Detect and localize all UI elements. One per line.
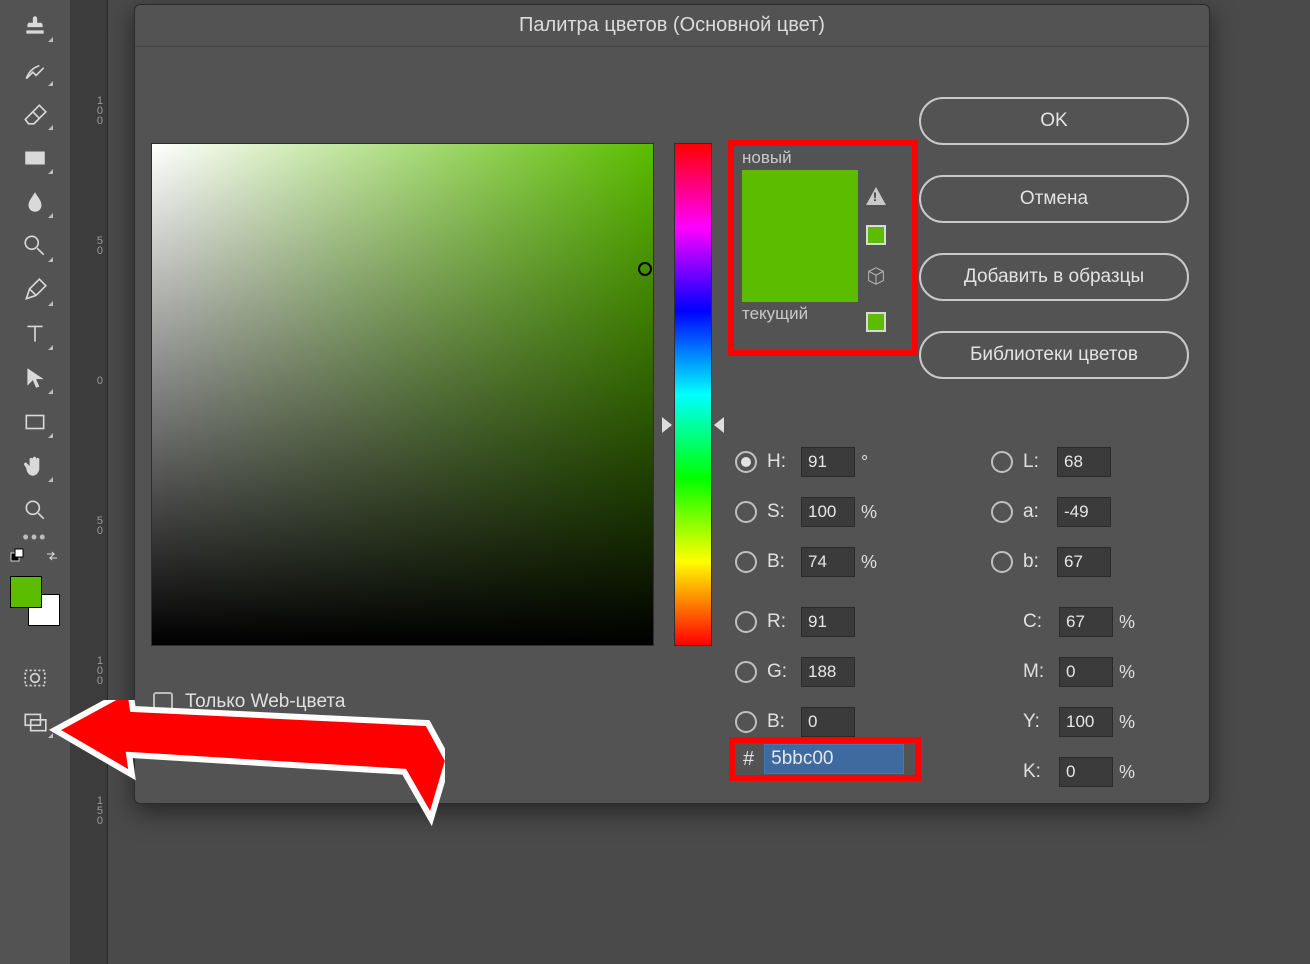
a-label: a:	[1023, 501, 1051, 523]
s-input[interactable]	[801, 497, 855, 527]
b-rgb-input[interactable]	[801, 707, 855, 737]
s-label: S:	[767, 501, 795, 523]
m-label: M:	[1023, 661, 1053, 683]
lab-cmyk-column: L: a: b: C:% M:% Y:% K:%	[991, 437, 1139, 797]
dodge-tool-icon[interactable]	[11, 226, 59, 266]
swap-colors-icon[interactable]	[44, 548, 60, 569]
color-libraries-button[interactable]: Библиотеки цветов	[919, 331, 1189, 379]
new-current-highlight: новый текущий	[728, 140, 918, 356]
foreground-background-swatch[interactable]	[10, 576, 60, 626]
history-brush-tool-icon[interactable]	[11, 50, 59, 90]
blur-tool-icon[interactable]	[11, 182, 59, 222]
a-input[interactable]	[1057, 497, 1111, 527]
r-input[interactable]	[801, 607, 855, 637]
hue-handle-right-icon[interactable]	[714, 417, 724, 433]
y-input[interactable]	[1059, 707, 1113, 737]
tool-panel: •••	[0, 0, 70, 964]
saturation-brightness-field[interactable]	[151, 143, 654, 646]
vertical-ruler: 10050050100150	[70, 0, 108, 964]
cancel-button[interactable]: Отмена	[919, 175, 1189, 223]
default-colors-icon[interactable]	[10, 548, 26, 569]
m-input[interactable]	[1059, 657, 1113, 687]
h-radio[interactable]	[735, 451, 757, 473]
k-label: K:	[1023, 761, 1053, 783]
b-lab-radio[interactable]	[991, 551, 1013, 573]
rectangle-tool-icon[interactable]	[11, 402, 59, 442]
h-input[interactable]	[801, 447, 855, 477]
pen-tool-icon[interactable]	[11, 270, 59, 310]
b-rgb-label: B:	[767, 711, 795, 733]
sv-cursor-icon	[638, 262, 652, 276]
b-hsb-label: B:	[767, 551, 795, 573]
m-unit: %	[1119, 662, 1139, 683]
hex-hash-label: #	[743, 748, 754, 771]
stamp-tool-icon[interactable]	[11, 6, 59, 46]
c-label: C:	[1023, 611, 1053, 633]
gamut-warning-icon[interactable]	[866, 187, 886, 205]
b-lab-input[interactable]	[1057, 547, 1111, 577]
c-unit: %	[1119, 612, 1139, 633]
y-unit: %	[1119, 712, 1139, 733]
ok-button[interactable]: OK	[919, 97, 1189, 145]
type-tool-icon[interactable]	[11, 314, 59, 354]
quickmask-tool-icon[interactable]	[11, 658, 59, 698]
web-only-label: Только Web-цвета	[185, 691, 345, 713]
new-color-swatch[interactable]	[742, 170, 858, 302]
h-label: H:	[767, 451, 795, 473]
gradient-tool-icon[interactable]	[11, 138, 59, 178]
tool-separator-icon: •••	[15, 534, 55, 540]
s-unit: %	[861, 502, 881, 523]
eraser-tool-icon[interactable]	[11, 94, 59, 134]
k-unit: %	[1119, 762, 1139, 783]
y-label: Y:	[1023, 711, 1053, 733]
g-label: G:	[767, 661, 795, 683]
foreground-color-swatch[interactable]	[10, 576, 42, 608]
swatch-side-icons	[865, 187, 887, 332]
new-color-label: новый	[742, 148, 904, 168]
b-rgb-radio[interactable]	[735, 711, 757, 733]
hex-highlight: #	[729, 737, 921, 781]
r-radio[interactable]	[735, 611, 757, 633]
l-radio[interactable]	[991, 451, 1013, 473]
hex-input[interactable]	[764, 744, 904, 774]
l-label: L:	[1023, 451, 1051, 473]
c-input[interactable]	[1059, 607, 1113, 637]
web-only-checkbox[interactable]	[153, 692, 173, 712]
websafe-warning-icon[interactable]	[865, 265, 887, 292]
k-input[interactable]	[1059, 757, 1113, 787]
b-hsb-input[interactable]	[801, 547, 855, 577]
g-input[interactable]	[801, 657, 855, 687]
g-radio[interactable]	[735, 661, 757, 683]
hue-handle-left-icon[interactable]	[662, 417, 672, 433]
websafe-swatch-icon[interactable]	[866, 312, 886, 332]
dialog-title: Палитра цветов (Основной цвет)	[135, 5, 1209, 47]
b-lab-label: b:	[1023, 551, 1051, 573]
screenmode-tool-icon[interactable]	[11, 702, 59, 742]
hand-tool-icon[interactable]	[11, 446, 59, 486]
zoom-tool-icon[interactable]	[11, 490, 59, 530]
h-unit: °	[861, 452, 881, 473]
s-radio[interactable]	[735, 501, 757, 523]
b-hsb-unit: %	[861, 552, 881, 573]
r-label: R:	[767, 611, 795, 633]
path-select-tool-icon[interactable]	[11, 358, 59, 398]
gamut-swatch-icon[interactable]	[866, 225, 886, 245]
a-radio[interactable]	[991, 501, 1013, 523]
l-input[interactable]	[1057, 447, 1111, 477]
hsb-rgb-column: H: ° S:% B:% R: G: B:	[735, 437, 881, 747]
add-to-swatches-button[interactable]: Добавить в образцы	[919, 253, 1189, 301]
b-hsb-radio[interactable]	[735, 551, 757, 573]
hue-slider[interactable]	[674, 143, 712, 646]
color-picker-dialog: Палитра цветов (Основной цвет) новый тек…	[134, 4, 1210, 804]
